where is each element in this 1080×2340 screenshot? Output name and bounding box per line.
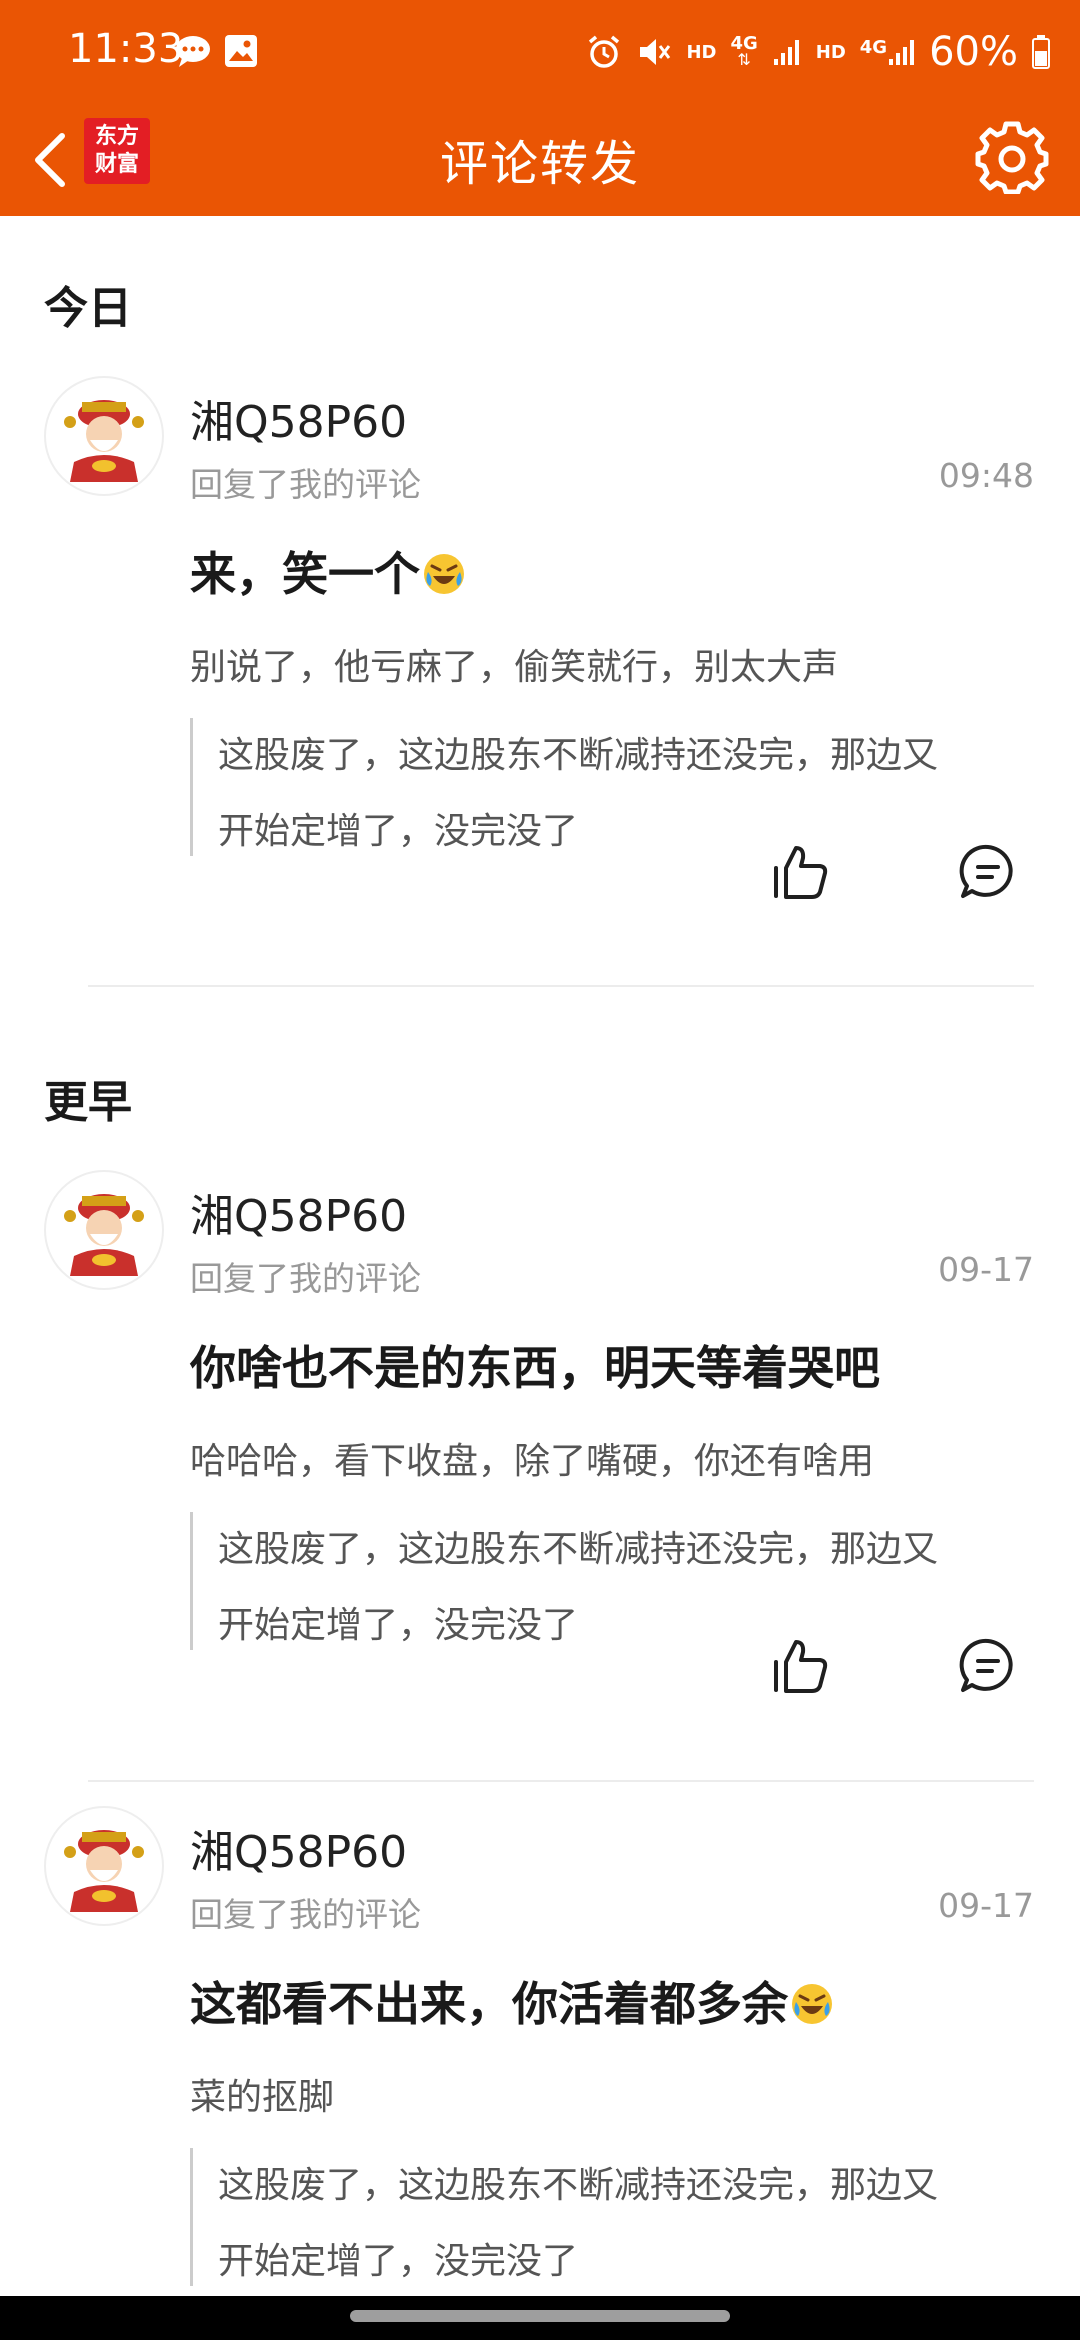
- page-title: 评论转发: [439, 136, 640, 192]
- comment-content[interactable]: 你啥也不是的东西，明天等着哭吧: [190, 1332, 880, 1398]
- laugh-emoji-icon: [792, 1984, 832, 2024]
- mute-icon: [640, 39, 671, 65]
- status-bar: 11:33 HD 4G ⇅ HD 4G 60%: [0, 0, 1080, 104]
- battery-icon: [1032, 35, 1050, 69]
- divider: [88, 1780, 1034, 1782]
- username[interactable]: 湘Q58P60: [190, 1816, 407, 1880]
- divider: [88, 985, 1034, 987]
- title-bar: 东方 财富 评论转发: [0, 104, 1080, 216]
- comment-icon[interactable]: [958, 1636, 1018, 1696]
- comment-time: 09-17: [938, 1886, 1034, 1925]
- reply-text: 哈哈哈，看下收盘，除了嘴硬，你还有啥用: [190, 1441, 875, 1482]
- status-right: HD 4G ⇅ HD 4G 60%: [586, 22, 1050, 82]
- username[interactable]: 湘Q58P60: [190, 1180, 407, 1244]
- comment-icon[interactable]: [958, 842, 1018, 902]
- like-icon[interactable]: [770, 842, 830, 902]
- quoted-comment[interactable]: 这股废了，这边股东不断减持还没完，那边又 开始定增了，没完没了: [190, 1512, 1030, 1650]
- comment-time: 09:48: [938, 456, 1034, 495]
- top-bar: 11:33 HD 4G ⇅ HD 4G 60% 东方 财富 评论转发: [0, 0, 1080, 216]
- reply-text: 菜的抠脚: [190, 2077, 335, 2118]
- comment-content[interactable]: 这都看不出来，你活着都多余: [190, 1968, 834, 2034]
- comment-item[interactable]: 湘Q58P60 回复了我的评论 09-17 这都看不出来，你活着都多余 菜的抠脚…: [0, 1806, 1080, 2296]
- comment-item[interactable]: 湘Q58P60 回复了我的评论 09:48 来，笑一个 别说了，他亏麻了，偷笑就…: [0, 376, 1080, 936]
- quoted-comment[interactable]: 这股废了，这边股东不断减持还没完，那边又 开始定增了，没完没了: [190, 2148, 1030, 2286]
- message-notification-icon: [176, 36, 210, 67]
- action-text: 回复了我的评论: [190, 1259, 421, 1298]
- hd-label-1: HD: [686, 41, 717, 63]
- hd-label-2: HD: [815, 41, 846, 63]
- system-nav-bar: [0, 2296, 1080, 2340]
- fortune-god-avatar-icon: [64, 1830, 144, 1912]
- avatar[interactable]: [44, 1806, 164, 1926]
- network-4g-2: 4G: [860, 37, 915, 67]
- comment-item[interactable]: 湘Q58P60 回复了我的评论 09-17 你啥也不是的东西，明天等着哭吧 哈哈…: [0, 1170, 1080, 1730]
- laugh-emoji-icon: [424, 554, 464, 594]
- alarm-icon: [589, 35, 620, 68]
- section-heading-earlier: 更早: [44, 1077, 132, 1128]
- signal-icon-2: [889, 40, 915, 65]
- status-time: 11:33: [68, 26, 184, 72]
- reply-text: 别说了，他亏麻了，偷笑就行，别太大声: [190, 647, 839, 688]
- network-4g-1: 4G ⇅: [730, 33, 758, 69]
- gallery-notification-icon: [225, 35, 257, 67]
- fortune-god-avatar-icon: [64, 400, 144, 482]
- signal-icon-1: [773, 40, 799, 65]
- comment-time: 09-17: [938, 1250, 1034, 1289]
- section-heading-today: 今日: [44, 283, 132, 334]
- quoted-comment[interactable]: 这股废了，这边股东不断减持还没完，那边又 开始定增了，没完没了: [190, 718, 1030, 856]
- comment-content[interactable]: 来，笑一个: [190, 538, 466, 604]
- avatar[interactable]: [44, 376, 164, 496]
- home-gesture-handle[interactable]: [350, 2310, 730, 2322]
- gear-icon[interactable]: [974, 118, 1050, 194]
- username[interactable]: 湘Q58P60: [190, 386, 407, 450]
- like-icon[interactable]: [770, 1636, 830, 1696]
- battery-percent: 60%: [929, 29, 1018, 75]
- action-text: 回复了我的评论: [190, 1895, 421, 1934]
- avatar[interactable]: [44, 1170, 164, 1290]
- action-text: 回复了我的评论: [190, 465, 421, 504]
- fortune-god-avatar-icon: [64, 1194, 144, 1276]
